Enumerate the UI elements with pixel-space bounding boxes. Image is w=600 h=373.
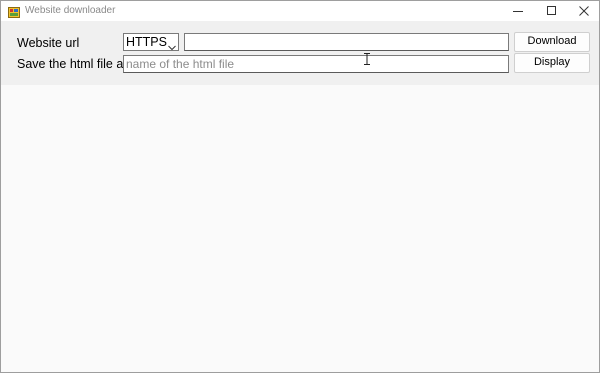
app-icon: [8, 5, 20, 18]
close-button[interactable]: [567, 1, 600, 21]
website-url-input[interactable]: [184, 33, 509, 51]
protocol-value: HTTPS: [126, 35, 167, 49]
close-icon: [579, 6, 589, 16]
maximize-icon: [547, 6, 557, 16]
maximize-button[interactable]: [535, 1, 569, 21]
minimize-icon: [513, 6, 523, 16]
minimize-button[interactable]: [501, 1, 535, 21]
title-bar[interactable]: Website downloader: [1, 1, 599, 21]
text-cursor-icon: [363, 52, 371, 65]
app-window: Website downloader Website url HTTPS Dow…: [0, 0, 600, 373]
chevron-down-icon: [168, 39, 176, 55]
protocol-dropdown[interactable]: HTTPS: [123, 33, 179, 51]
download-button[interactable]: Download: [514, 32, 590, 52]
content-area: [1, 85, 599, 372]
website-url-label: Website url: [17, 36, 80, 50]
display-button[interactable]: Display: [514, 53, 590, 73]
input-panel: [1, 21, 599, 85]
window-title: Website downloader: [25, 5, 116, 16]
save-as-label: Save the html file as: [17, 57, 130, 71]
filename-input[interactable]: [123, 55, 509, 73]
